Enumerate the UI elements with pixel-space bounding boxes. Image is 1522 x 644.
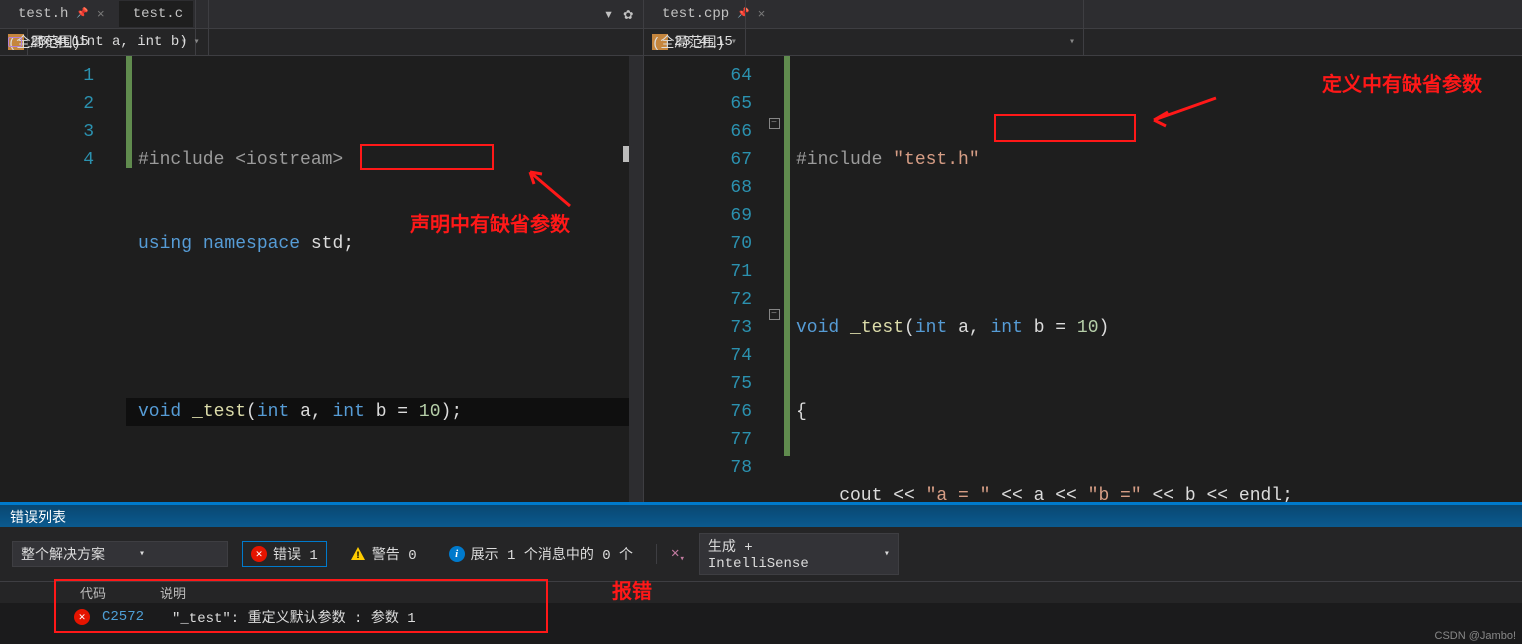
fold-column <box>106 56 126 502</box>
close-icon[interactable]: × <box>97 7 105 22</box>
filter-icon[interactable]: ✕▾ <box>671 545 685 564</box>
nav-dropbar-left: 23_4_15 (全局范围) _test(int a, int b) ↔ <box>0 28 643 56</box>
gear-icon[interactable]: ✿ <box>623 4 633 24</box>
pin-icon[interactable]: 📌 <box>737 8 749 20</box>
warnings-filter-button[interactable]: !警告 0 <box>341 541 426 567</box>
panel-title: 错误列表 <box>0 505 1522 527</box>
split-icon[interactable]: ↔ <box>0 29 28 55</box>
editor-pane-right: test.cpp📌× 23_4_15 (全局范围) 64656667686970… <box>644 0 1522 502</box>
code-area-right[interactable]: #include "test.h" void _test(int a, int … <box>784 56 1522 502</box>
fold-button[interactable]: − <box>769 118 780 129</box>
nav-dropbar-right: 23_4_15 (全局范围) <box>644 28 1522 56</box>
build-intellisense-dropdown[interactable]: 生成 + IntelliSense <box>699 533 899 575</box>
error-icon: ✕ <box>74 609 90 625</box>
code-area-left[interactable]: #include <iostream> using namespace std;… <box>126 56 643 502</box>
info-icon: i <box>449 546 465 562</box>
errors-filter-button[interactable]: ✕错误 1 <box>242 541 327 567</box>
solution-scope-dropdown[interactable]: 整个解决方案 <box>12 541 228 567</box>
tab-bar-right: test.cpp📌× <box>644 0 1522 28</box>
line-gutter: 646566676869707172737475767778 <box>644 56 764 502</box>
messages-filter-button[interactable]: i展示 1 个消息中的 0 个 <box>440 541 642 567</box>
overview-marker <box>623 146 629 162</box>
error-code[interactable]: C2572 <box>102 609 172 625</box>
tab-bar-left: test.h📌× test.c ▾ ✿ <box>0 0 643 28</box>
editor-pane-left: test.h📌× test.c ▾ ✿ 23_4_15 (全局范围) _test… <box>0 0 644 502</box>
svg-text:!: ! <box>355 551 361 562</box>
editor-left[interactable]: 1 2 3 4 #include <iostream> using namesp… <box>0 56 643 502</box>
close-icon[interactable]: × <box>758 7 766 22</box>
editor-right[interactable]: 646566676869707172737475767778 − − #incl… <box>644 56 1522 502</box>
tab-test-h[interactable]: test.h📌× <box>4 1 115 27</box>
error-icon: ✕ <box>251 546 267 562</box>
fold-button[interactable]: − <box>769 309 780 320</box>
watermark: CSDN @Jambo! <box>1435 630 1516 642</box>
error-description: "_test": 重定义默认参数 : 参数 1 <box>172 607 416 627</box>
tab-dropdown-icon[interactable]: ▾ <box>604 4 614 24</box>
line-gutter: 1 2 3 4 <box>0 56 106 502</box>
error-list-header[interactable]: 代码 说明 <box>0 581 1522 603</box>
error-toolbar: 整个解决方案 ✕错误 1 !警告 0 i展示 1 个消息中的 0 个 ✕▾ 生成… <box>0 527 1522 581</box>
fold-column: − − <box>764 56 784 502</box>
error-list-panel: 错误列表 整个解决方案 ✕错误 1 !警告 0 i展示 1 个消息中的 0 个 … <box>0 502 1522 644</box>
tab-test-cpp[interactable]: test.cpp📌× <box>648 1 775 27</box>
pin-icon[interactable]: 📌 <box>76 8 88 20</box>
warning-icon: ! <box>350 546 366 562</box>
scrollbar-left[interactable] <box>629 56 643 502</box>
tab-test-c[interactable]: test.c <box>119 1 193 27</box>
error-row[interactable]: ✕ C2572 "_test": 重定义默认参数 : 参数 1 <box>0 603 1522 631</box>
project-icon <box>652 34 668 50</box>
